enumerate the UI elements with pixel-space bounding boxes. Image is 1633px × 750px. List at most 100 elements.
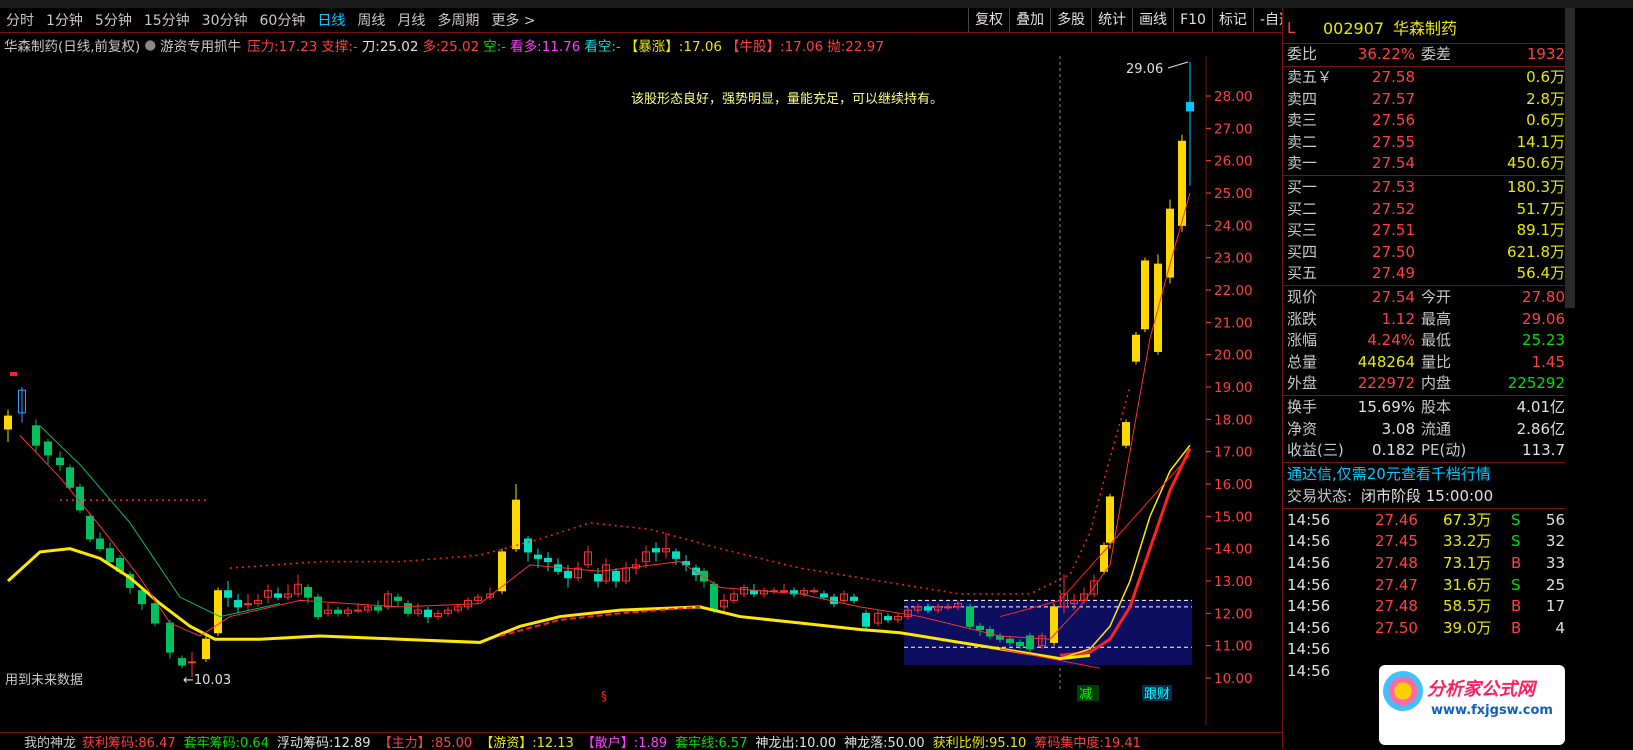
stat-label: 总量: [1287, 352, 1318, 371]
y-axis-tick: 14.00: [1214, 542, 1253, 558]
tick-side: S: [1511, 532, 1521, 551]
period-tab[interactable]: 30分钟: [196, 10, 254, 30]
tool-button[interactable]: F10: [1173, 8, 1212, 32]
ma-green-line: [39, 425, 281, 618]
candle-body: [188, 661, 196, 664]
dropdown-circle-icon[interactable]: ●: [140, 37, 160, 53]
bid-price[interactable]: 27.51: [1372, 220, 1415, 242]
tick-price: 27.48: [1375, 597, 1418, 616]
fin-value: 2.86亿: [1516, 419, 1565, 438]
tick-count: 4: [1555, 618, 1565, 637]
tick-time: 14:56: [1287, 532, 1331, 551]
tick-side: B: [1511, 597, 1522, 616]
watermark: 分析家公式网 www.fxjgsw.com: [1379, 665, 1565, 745]
period-tab[interactable]: 60分钟: [254, 10, 312, 30]
bid-price[interactable]: 27.49: [1372, 263, 1415, 285]
panel-scrollbar[interactable]: [1565, 8, 1575, 308]
indicator-values: 压力:17.23 支撑:- 刀:25.02 多:25.02 空:- 看多:11.76 看空:…: [247, 35, 888, 55]
indicator-name[interactable]: 游资专用抓牛: [160, 35, 247, 55]
period-tab[interactable]: 分时: [0, 10, 40, 30]
ask-price[interactable]: 27.57: [1372, 89, 1415, 111]
tool-button[interactable]: 标记: [1211, 8, 1253, 32]
bottom-value: 【游资】:12.13: [480, 736, 582, 750]
candle-body: [672, 551, 680, 559]
bid-price[interactable]: 27.50: [1372, 242, 1415, 264]
candle-body: [810, 590, 818, 593]
ask-price[interactable]: 27.55: [1372, 132, 1415, 154]
candle-body: [884, 616, 892, 621]
ask-price[interactable]: 27.58: [1372, 67, 1415, 89]
tool-button[interactable]: 统计: [1091, 8, 1132, 32]
quote-row: 买一 27.53 180.3万: [1283, 177, 1565, 199]
bid-price[interactable]: 27.53: [1372, 177, 1415, 199]
ask-label: 卖二: [1287, 132, 1318, 151]
promo-link[interactable]: 通达信,仅需20元查看千档行情: [1287, 464, 1491, 486]
tick-time: 14:56: [1287, 662, 1331, 680]
indicator-value: 抛:22.97: [827, 39, 888, 55]
ask-volume: 0.6万: [1526, 68, 1565, 86]
tick-time: 14:56: [1287, 640, 1331, 659]
period-tab[interactable]: 多周期: [431, 10, 485, 30]
bid-price[interactable]: 27.52: [1372, 199, 1415, 221]
period-tab[interactable]: 1分钟: [40, 10, 89, 30]
bottom-value: 获利筹码:86.47: [82, 736, 184, 750]
ask-price[interactable]: 27.56: [1372, 110, 1415, 132]
candle-body: [652, 548, 660, 553]
indicator-value-label: 空:: [483, 39, 502, 55]
candle-body: [780, 590, 788, 593]
period-tab[interactable]: 更多 >: [485, 10, 541, 30]
candle-body: [66, 467, 74, 488]
ask-volume: 14.1万: [1516, 132, 1565, 151]
candle-body: [178, 658, 186, 666]
quote-row: 买二 27.52 51.7万: [1283, 199, 1565, 221]
indicator-value-label: 抛:: [827, 39, 846, 55]
stat-value: 1.12: [1381, 309, 1415, 328]
tool-button[interactable]: 多股: [1050, 8, 1091, 32]
indicator-value: 空:-: [483, 39, 510, 55]
period-tab[interactable]: 日线: [311, 10, 351, 30]
stock-name: 华森制药: [1393, 19, 1458, 38]
tool-button[interactable]: 复权: [968, 8, 1009, 32]
indicator-value-number: 25.02: [440, 39, 480, 55]
quote-row: 卖三 27.56 0.6万: [1283, 110, 1565, 132]
separator: [1283, 395, 1565, 396]
candle-body: [234, 599, 242, 608]
kline-chart[interactable]: 28.00 27.00 26.00 25.00 24.00 23.00 22.00 21.00…: [0, 56, 1262, 726]
stat-label: 量比: [1421, 352, 1452, 371]
stat-value: 29.06: [1522, 309, 1565, 328]
stat-label: 今开: [1421, 288, 1452, 306]
bid-label: 买三: [1287, 221, 1318, 240]
period-tab[interactable]: 周线: [351, 10, 391, 30]
bottom-value: 神龙出:10.00: [755, 736, 844, 750]
bottom-value: 浮动筹码:12.89: [277, 736, 379, 750]
candle-body: [424, 609, 432, 618]
stat-value: 4.24%: [1367, 331, 1415, 350]
y-axis-tick: 16.00: [1214, 477, 1253, 493]
candle-body: [394, 596, 402, 601]
candle-body: [820, 593, 828, 598]
bottom-value-label: 浮动筹码:: [276, 736, 334, 750]
candle-body: [32, 425, 40, 446]
y-axis-tick: 21.00: [1214, 315, 1253, 331]
bid-volume: 56.4万: [1516, 264, 1565, 283]
candle-body: [138, 590, 146, 605]
fin-label: 净资: [1287, 419, 1318, 438]
period-tab[interactable]: 月线: [391, 10, 431, 30]
quote-row: 卖一 27.54 450.6万: [1283, 153, 1565, 175]
stat-value: 225292: [1507, 374, 1565, 393]
signal-label: 减: [1079, 687, 1092, 702]
ask-price[interactable]: 27.54: [1372, 153, 1415, 175]
tool-button[interactable]: 画线: [1132, 8, 1173, 32]
fin-label: PE(动): [1421, 441, 1467, 460]
quote-row: 收益(三) 0.182 PE(动) 113.7: [1283, 440, 1565, 462]
tool-button[interactable]: 叠加: [1009, 8, 1050, 32]
period-tab[interactable]: 5分钟: [89, 10, 138, 30]
tick-count: 56: [1545, 510, 1565, 529]
stat-value: 25.23: [1522, 331, 1565, 350]
period-tab[interactable]: 15分钟: [138, 10, 196, 30]
indicator-value-label: 支撑:: [321, 39, 353, 55]
separator: [1283, 461, 1565, 463]
indicator-value: 压力:17.23: [247, 39, 321, 55]
quote-row: 涨幅 4.24% 最低 25.23: [1283, 330, 1565, 352]
candle-body: [96, 538, 104, 550]
